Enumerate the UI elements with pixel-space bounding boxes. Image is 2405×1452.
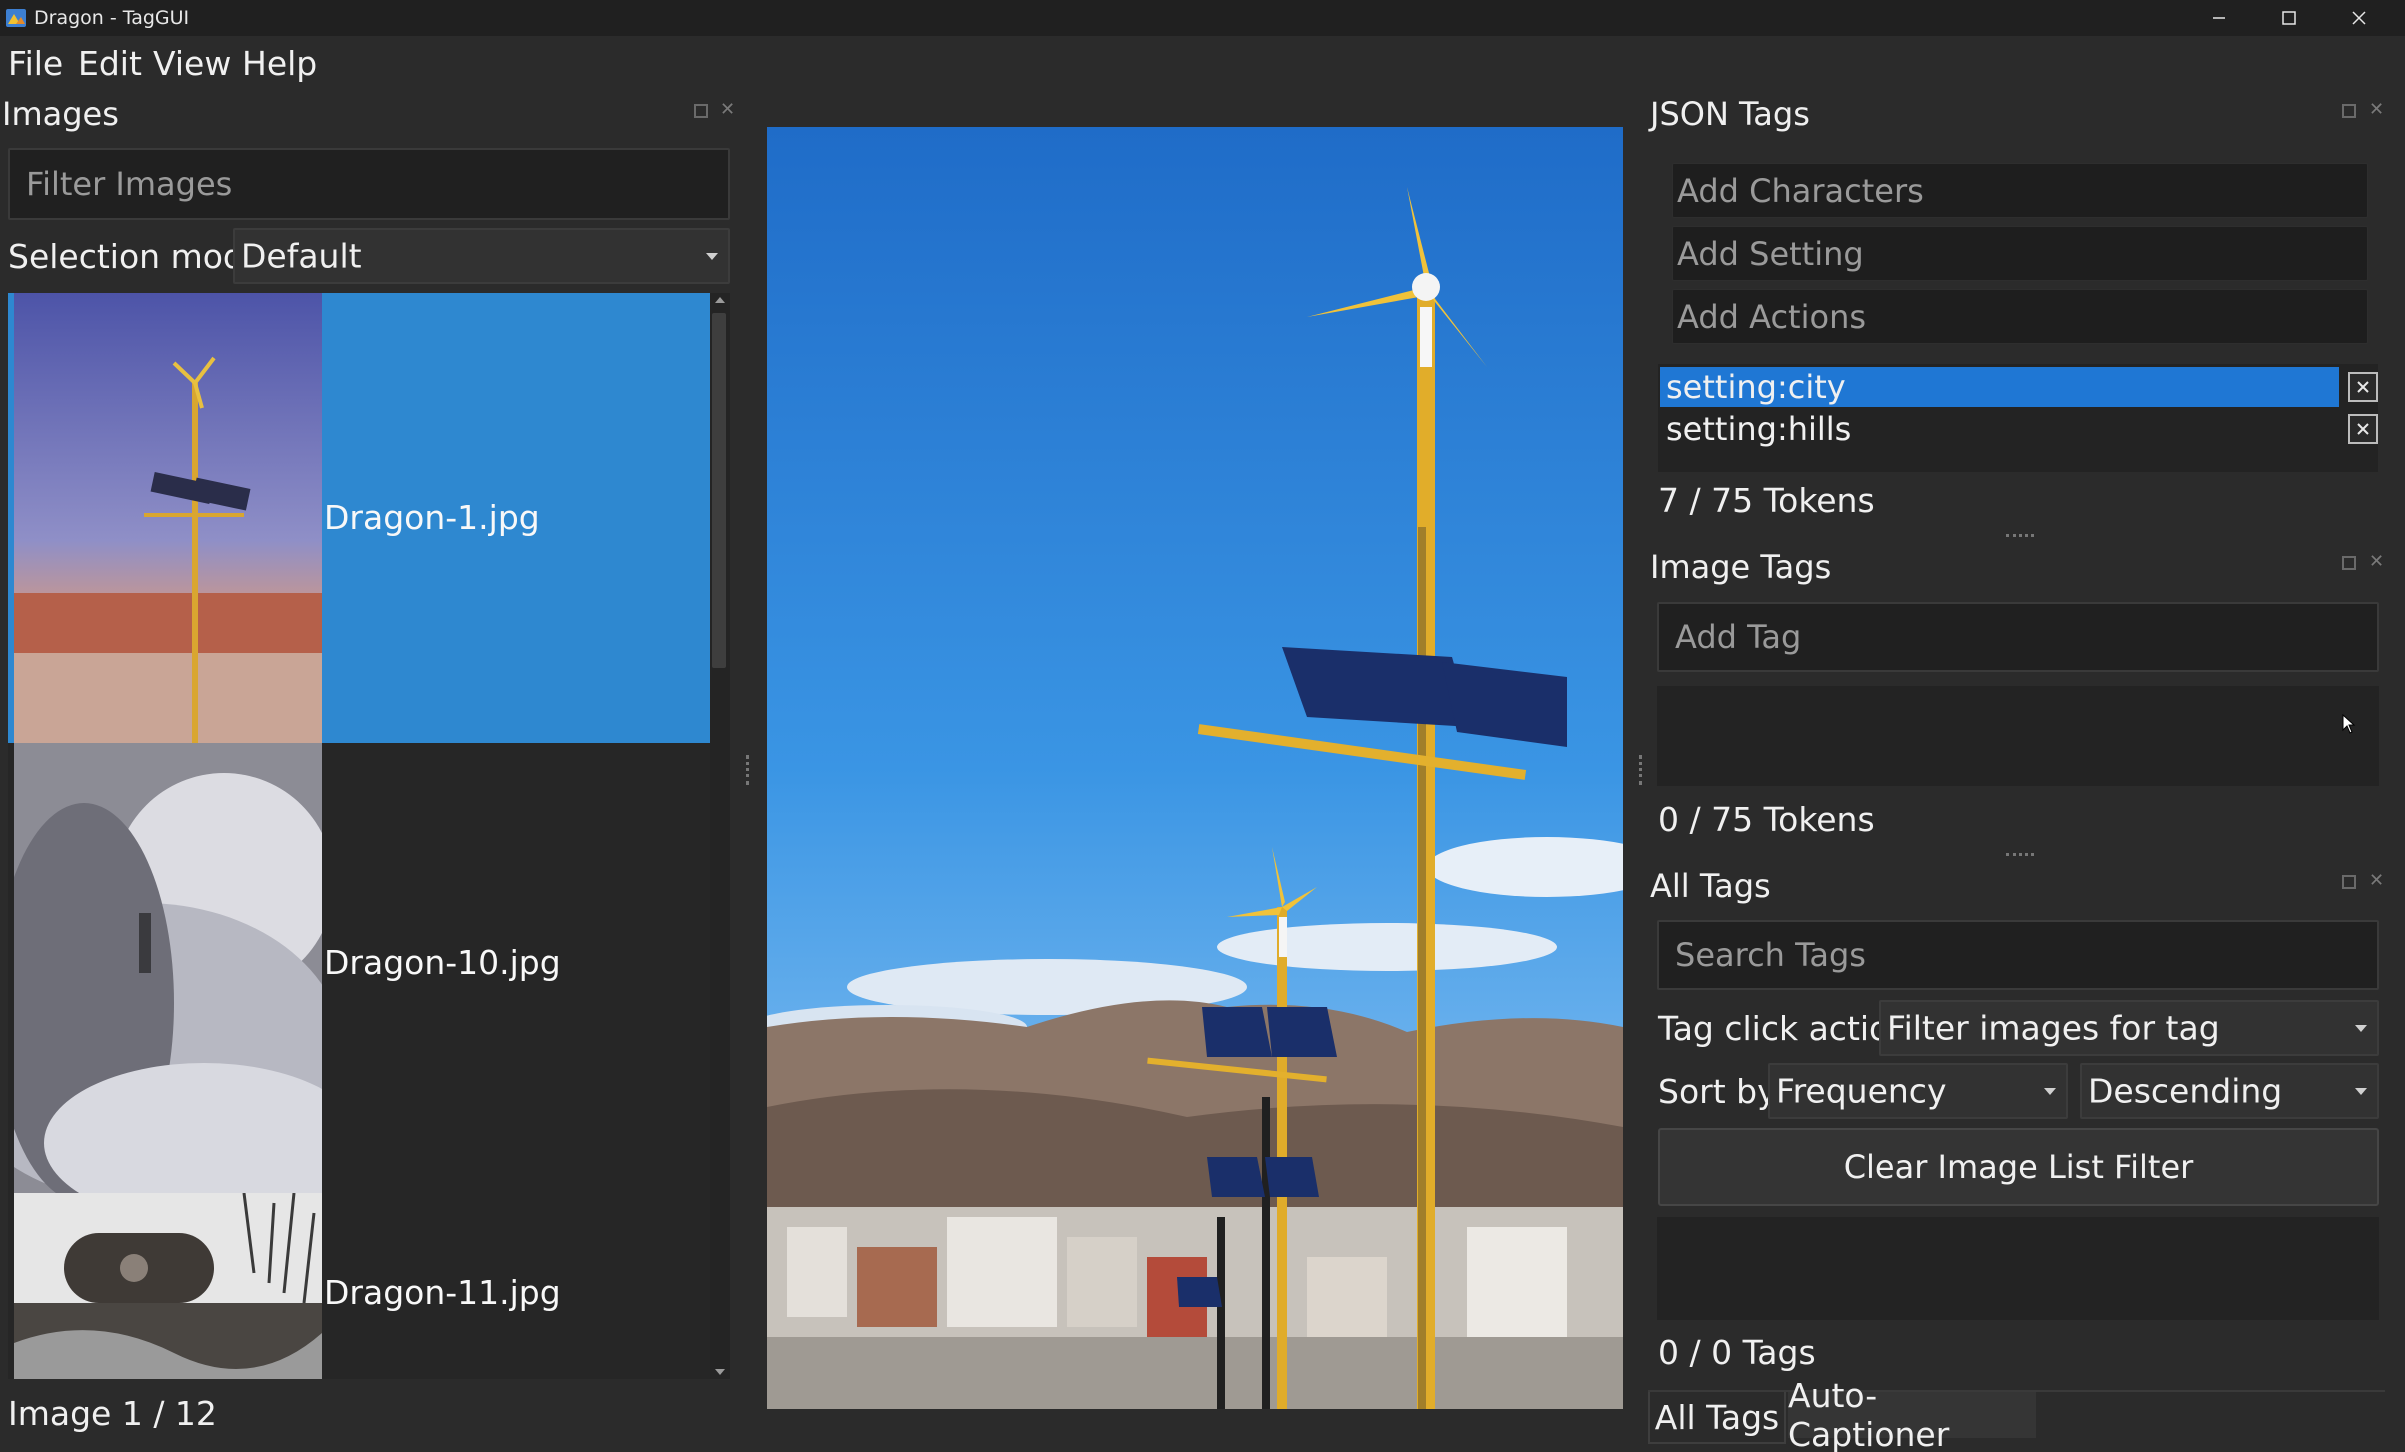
selection-mode-select[interactable]: Default	[233, 228, 730, 284]
json-tags-close-button[interactable]: ✕	[2369, 101, 2384, 119]
search-tags-placeholder: Search Tags	[1675, 936, 1866, 974]
chevron-down-icon	[2355, 1088, 2367, 1095]
main-image	[767, 127, 1623, 1409]
image-tags-close-button[interactable]: ✕	[2369, 553, 2384, 571]
sort-order-select[interactable]: Descending	[2080, 1063, 2379, 1119]
scroll-up-icon[interactable]	[715, 297, 725, 303]
menu-file[interactable]: File	[8, 44, 63, 84]
all-tags-close-button[interactable]: ✕	[2369, 872, 2384, 890]
menu-bar	[0, 36, 2405, 92]
title-bar	[0, 0, 2405, 36]
image-filename: Dragon-1.jpg	[324, 498, 540, 537]
image-index-status: Image 1 / 12	[8, 1394, 217, 1433]
scroll-down-icon[interactable]	[715, 1369, 725, 1375]
tag-click-action-value: Filter images for tag	[1887, 1008, 2220, 1048]
app-icon	[6, 9, 26, 27]
minimize-icon	[2213, 17, 2225, 19]
add-tag-placeholder: Add Tag	[1675, 618, 1802, 656]
images-float-button[interactable]	[694, 104, 708, 118]
add-tag-input[interactable]: Add Tag	[1657, 602, 2379, 672]
selection-mode-value: Default	[241, 236, 362, 276]
image-token-count: 0 / 75 Tokens	[1658, 800, 1875, 839]
close-icon	[2357, 381, 2369, 393]
panel-resize-handle[interactable]	[2006, 853, 2034, 857]
add-setting-input[interactable]: Add Setting	[1672, 226, 2368, 281]
json-tags-float-button[interactable]	[2342, 104, 2356, 118]
image-filename: Dragon-10.jpg	[324, 943, 561, 982]
filter-images-placeholder: Filter Images	[26, 165, 233, 203]
close-window-button[interactable]	[2324, 0, 2394, 36]
sort-order-value: Descending	[2088, 1071, 2283, 1111]
tag-item-setting-city[interactable]: setting:city	[1660, 367, 2339, 407]
add-setting-placeholder: Add Setting	[1677, 234, 1864, 273]
add-characters-input[interactable]: Add Characters	[1672, 163, 2368, 218]
remove-tag-button[interactable]	[2348, 414, 2378, 444]
thumbnail-image	[14, 293, 322, 743]
close-icon	[2357, 423, 2369, 435]
list-item[interactable]: Dragon-1.jpg	[8, 293, 710, 743]
close-icon	[2352, 11, 2366, 25]
all-tags-float-button[interactable]	[2342, 875, 2356, 889]
add-characters-placeholder: Add Characters	[1677, 171, 1924, 210]
maximize-icon	[2282, 11, 2296, 25]
maximize-button[interactable]	[2254, 0, 2324, 36]
json-token-count: 7 / 75 Tokens	[1658, 481, 1875, 520]
sort-by-select[interactable]: Frequency	[1768, 1063, 2068, 1119]
chevron-down-icon	[706, 253, 718, 260]
mouse-cursor-icon	[2342, 714, 2356, 734]
window-title: Dragon - TagGUI	[34, 7, 190, 29]
list-item[interactable]: Dragon-11.jpg	[8, 1193, 710, 1379]
menu-help[interactable]: Help	[242, 44, 317, 84]
selection-mode-label: Selection mode	[8, 237, 265, 276]
all-tags-panel-title: All Tags	[1650, 867, 1771, 905]
clear-image-list-filter-button[interactable]: Clear Image List Filter	[1658, 1128, 2379, 1206]
minimize-button[interactable]	[2184, 0, 2254, 36]
images-close-button[interactable]: ✕	[720, 101, 735, 119]
tab-auto-captioner[interactable]: Auto-Captioner	[1788, 1376, 2036, 1452]
list-item[interactable]: Dragon-10.jpg	[8, 743, 710, 1193]
splitter-handle[interactable]	[746, 755, 752, 785]
search-tags-input[interactable]: Search Tags	[1657, 920, 2379, 990]
images-panel-title: Images	[2, 95, 119, 133]
json-tag-list: setting:city setting:hills	[1658, 364, 2378, 472]
panel-resize-handle[interactable]	[2006, 534, 2034, 538]
sort-by-label: Sort by	[1658, 1072, 1777, 1111]
image-tags-panel-title: Image Tags	[1650, 548, 1832, 586]
menu-edit[interactable]: Edit	[78, 44, 142, 84]
image-viewer[interactable]	[767, 127, 1623, 1409]
chevron-down-icon	[2355, 1025, 2367, 1032]
thumbnail-image	[14, 1193, 322, 1379]
image-tags-float-button[interactable]	[2342, 556, 2356, 570]
tag-click-action-select[interactable]: Filter images for tag	[1879, 1000, 2379, 1056]
tab-all-tags[interactable]: All Tags	[1648, 1392, 1786, 1444]
all-tags-count: 0 / 0 Tags	[1658, 1333, 1816, 1372]
thumbnail-image	[14, 743, 322, 1193]
tag-click-action-label: Tag click action	[1658, 1009, 1911, 1048]
add-actions-placeholder: Add Actions	[1677, 297, 1867, 336]
remove-tag-button[interactable]	[2348, 372, 2378, 402]
filter-images-input[interactable]: Filter Images	[8, 148, 730, 220]
splitter-handle[interactable]	[1639, 755, 1645, 785]
image-list[interactable]: Dragon-1.jpg Dragon-10.jpg Dragon-11.jpg	[8, 293, 710, 1379]
image-tag-list[interactable]	[1657, 686, 2379, 786]
chevron-down-icon	[2044, 1088, 2056, 1095]
json-tags-panel-title: JSON Tags	[1650, 95, 1810, 133]
sort-by-value: Frequency	[1776, 1071, 1947, 1111]
all-tags-list[interactable]	[1657, 1217, 2379, 1320]
image-list-scrollbar[interactable]	[710, 293, 730, 1379]
menu-view[interactable]: View	[153, 44, 231, 84]
add-actions-input[interactable]: Add Actions	[1672, 289, 2368, 344]
tag-item-setting-hills[interactable]: setting:hills	[1660, 409, 2339, 449]
image-filename: Dragon-11.jpg	[324, 1273, 561, 1312]
scroll-thumb[interactable]	[712, 313, 726, 668]
